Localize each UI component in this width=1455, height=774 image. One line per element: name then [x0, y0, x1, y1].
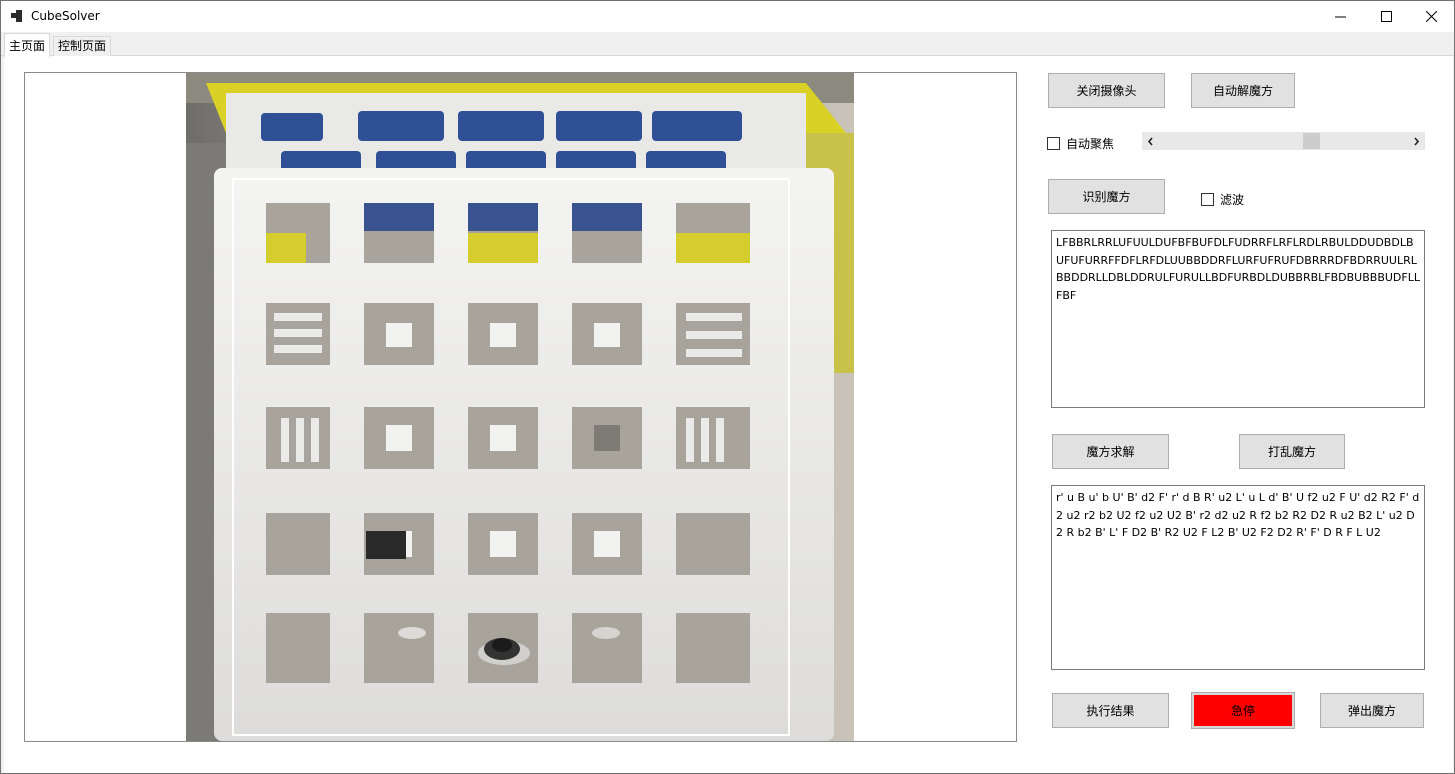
solve-cube-button[interactable]: 魔方求解 — [1052, 434, 1169, 469]
minimize-icon — [1334, 16, 1346, 18]
scramble-cube-button[interactable]: 打乱魔方 — [1239, 434, 1345, 469]
filter-checkbox[interactable]: 滤波 — [1201, 191, 1244, 208]
auto-solve-button[interactable]: 自动解魔方 — [1191, 73, 1295, 108]
close-icon — [1425, 11, 1437, 22]
autofocus-checkbox[interactable]: 自动聚焦 — [1047, 135, 1114, 152]
close-button[interactable] — [1408, 1, 1454, 32]
chevron-left-icon[interactable] — [1142, 132, 1159, 150]
camera-feed — [186, 73, 854, 741]
focus-slider[interactable] — [1142, 132, 1425, 150]
maximize-button[interactable] — [1363, 1, 1409, 32]
title-bar[interactable]: CubeSolver — [1, 1, 1454, 32]
emergency-stop-button[interactable]: 急停 — [1191, 692, 1295, 729]
chevron-right-icon[interactable] — [1408, 132, 1425, 150]
filter-label: 滤波 — [1220, 193, 1245, 207]
camera-view — [24, 72, 1017, 742]
camera-image — [186, 73, 854, 741]
solution-textbox[interactable]: r' u B u' b U' B' d2 F' r' d B R' u2 L' … — [1051, 485, 1425, 670]
recognize-cube-button[interactable]: 识别魔方 — [1048, 179, 1165, 214]
tab-main[interactable]: 主页面 — [4, 33, 51, 57]
app-icon — [11, 10, 23, 22]
main-page: 关闭摄像头 自动解魔方 自动聚焦 识别魔方 滤波 LFBBRLRRLUFUULD… — [4, 56, 1453, 773]
maximize-icon — [1380, 11, 1392, 22]
window-title: CubeSolver — [31, 9, 100, 23]
close-camera-button[interactable]: 关闭摄像头 — [1048, 73, 1165, 108]
eject-cube-button[interactable]: 弹出魔方 — [1320, 693, 1424, 728]
tab-control[interactable]: 控制页面 — [53, 36, 112, 56]
app-window: CubeSolver 主页面 控制页面 关闭摄像头 自动解魔方 自动聚焦 识别魔… — [0, 0, 1455, 774]
cube-state-textbox[interactable]: LFBBRLRRLUFUULDUFBFBUFDLFUDRRFLRFLRDLRBU… — [1051, 230, 1425, 408]
minimize-button[interactable] — [1317, 1, 1363, 32]
filter-checkbox-box[interactable] — [1201, 193, 1214, 206]
autofocus-label: 自动聚焦 — [1066, 137, 1115, 151]
autofocus-checkbox-box[interactable] — [1047, 137, 1060, 150]
focus-slider-thumb[interactable] — [1302, 133, 1320, 149]
execute-result-button[interactable]: 执行结果 — [1052, 693, 1169, 728]
tab-strip: 主页面 控制页面 — [1, 32, 1454, 57]
